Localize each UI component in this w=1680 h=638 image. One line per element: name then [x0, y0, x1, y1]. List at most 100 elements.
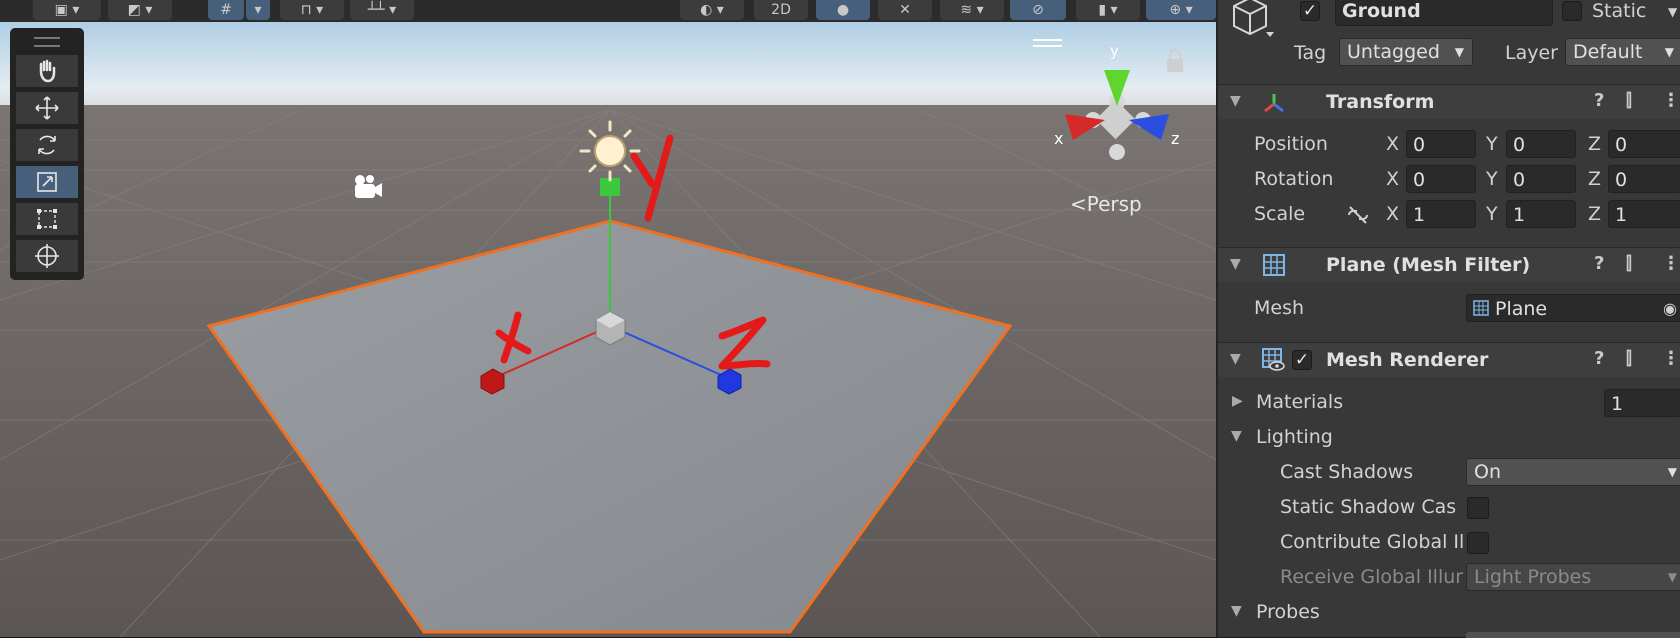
- foldout-expanded-icon[interactable]: ▼: [1231, 603, 1242, 619]
- static-dropdown-arrow[interactable]: ▼: [1668, 5, 1677, 19]
- rotation-label: Rotation: [1254, 168, 1334, 190]
- inspector-panel: ✓ Ground Static ▼ Tag Untagged ▼ Layer De…: [1216, 0, 1680, 638]
- more-menu-icon[interactable]: ⋮: [1662, 253, 1680, 274]
- increment-snap-dropdown[interactable]: ⊓ ▾: [280, 0, 344, 20]
- presets-icon[interactable]: ⫿: [1626, 90, 1632, 111]
- rotate-tool-button[interactable]: [16, 129, 78, 161]
- constrain-proportions-icon[interactable]: [1346, 205, 1370, 225]
- hand-tool-button[interactable]: [16, 55, 78, 87]
- gizmos-dropdown[interactable]: ⊕ ▾: [1146, 0, 1216, 20]
- help-icon[interactable]: ?: [1594, 90, 1604, 111]
- measure-tool-dropdown[interactable]: ┴┴ ▾: [350, 0, 414, 20]
- position-y-field[interactable]: 0: [1506, 130, 1576, 158]
- scale-z-field[interactable]: 1: [1608, 200, 1680, 228]
- more-menu-icon[interactable]: ⋮: [1662, 348, 1680, 369]
- gameobject-cube-icon: [1233, 0, 1274, 37]
- gizmo-z-label: z: [1171, 129, 1180, 148]
- foldout-expanded-icon[interactable]: ▼: [1230, 351, 1241, 367]
- more-menu-icon[interactable]: ⋮: [1662, 90, 1680, 111]
- rotation-y-field[interactable]: 0: [1506, 165, 1576, 193]
- position-x-field[interactable]: 0: [1406, 130, 1476, 158]
- hidden-objects-toggle[interactable]: ⊘: [1010, 0, 1066, 20]
- audio-toggle[interactable]: ✕: [878, 0, 932, 20]
- scale-x-label[interactable]: X: [1386, 199, 1399, 229]
- foldout-expanded-icon[interactable]: ▼: [1230, 256, 1241, 272]
- draw-mode-dropdown[interactable]: ▣ ▾: [33, 0, 101, 20]
- rotate-icon: [38, 135, 56, 155]
- presets-icon[interactable]: ⫿: [1626, 348, 1632, 369]
- lighting-toggle[interactable]: ●: [816, 0, 870, 20]
- position-z-label[interactable]: Z: [1588, 129, 1601, 159]
- layers-icon: ≋ ▾: [960, 2, 984, 18]
- foldout-expanded-icon[interactable]: ▼: [1231, 428, 1242, 444]
- effects-dropdown[interactable]: ≋ ▾: [940, 0, 1004, 20]
- tag-dropdown[interactable]: Untagged ▼: [1339, 38, 1473, 66]
- audio-mute-icon: ✕: [899, 2, 911, 18]
- rect-tool-button[interactable]: [16, 203, 78, 235]
- mesh-filter-header[interactable]: ▼ Plane (Mesh Filter) ? ⫿ ⋮: [1218, 247, 1680, 282]
- camera-mode-toggle[interactable]: <Persp: [1070, 192, 1142, 216]
- transform-icon: [35, 244, 59, 268]
- position-x-label[interactable]: X: [1386, 129, 1399, 159]
- static-shadow-caster-label: Static Shadow Cas: [1280, 496, 1457, 518]
- cast-shadows-dropdown[interactable]: On ▼: [1466, 458, 1680, 486]
- presets-icon[interactable]: ⫿: [1626, 253, 1632, 274]
- scale-x-field[interactable]: 1: [1406, 200, 1476, 228]
- foldout-collapsed-icon[interactable]: ▶: [1232, 393, 1243, 409]
- chevron-down-icon: ▼: [1667, 465, 1677, 479]
- overlay-drag-handle[interactable]: [34, 37, 60, 47]
- mesh-filter-title: Plane (Mesh Filter): [1326, 254, 1531, 276]
- mesh-renderer-icon: [1262, 348, 1285, 371]
- position-y-label[interactable]: Y: [1486, 129, 1498, 159]
- help-icon[interactable]: ?: [1594, 348, 1604, 369]
- probes-label[interactable]: Probes: [1256, 597, 1320, 627]
- scale-icon: [37, 172, 57, 192]
- shading-dropdown[interactable]: ◐ ▾: [680, 0, 744, 20]
- mesh-object-field[interactable]: Plane ◉: [1466, 294, 1680, 322]
- camera-mode-label: Persp: [1086, 192, 1142, 216]
- draw-mode-icon: ▣ ▾: [54, 2, 80, 18]
- snap-dropdown[interactable]: ▾: [246, 0, 270, 20]
- rotation-z-label[interactable]: Z: [1588, 164, 1601, 194]
- foldout-expanded-icon[interactable]: ▼: [1230, 93, 1241, 109]
- scale-z-label[interactable]: Z: [1588, 199, 1601, 229]
- active-checkbox[interactable]: ✓: [1300, 1, 1320, 21]
- sun-light-icon[interactable]: [579, 120, 641, 182]
- render-mode-dropdown[interactable]: ◩ ▾: [108, 0, 172, 20]
- materials-label[interactable]: Materials: [1256, 387, 1343, 417]
- probes-dropdown[interactable]: [1466, 632, 1680, 638]
- scale-y-label[interactable]: Y: [1486, 199, 1498, 229]
- rotation-x-label[interactable]: X: [1386, 164, 1399, 194]
- receive-gi-dropdown: Light Probes ▼: [1466, 563, 1680, 591]
- lightbulb-icon: ●: [836, 2, 850, 18]
- rotation-z-field[interactable]: 0: [1608, 165, 1680, 193]
- mesh-renderer-header[interactable]: ▼ ✓ Mesh Renderer ? ⫿ ⋮: [1218, 342, 1680, 377]
- cast-shadows-label: Cast Shadows: [1280, 461, 1414, 483]
- scene-view[interactable]: y x z <Persp ▣ ▾ ◩ ▾ # ▾ ⊓ ▾ ┴┴ ▾ ◐ ▾ 2D…: [0, 0, 1216, 637]
- static-shadow-caster-checkbox[interactable]: [1467, 497, 1489, 519]
- materials-count-field[interactable]: 1: [1604, 389, 1680, 417]
- view-2d-button[interactable]: 2D: [754, 0, 808, 20]
- view-2d-label: 2D: [771, 2, 791, 18]
- object-picker-icon[interactable]: ◉: [1663, 295, 1677, 321]
- contribute-gi-checkbox[interactable]: [1467, 532, 1489, 554]
- camera-settings-dropdown[interactable]: ▮ ▾: [1076, 0, 1140, 20]
- transform-tool-button[interactable]: [16, 240, 78, 272]
- move-tool-button[interactable]: [16, 92, 78, 124]
- snap-toggle[interactable]: #: [208, 0, 244, 20]
- scene-canvas[interactable]: [0, 0, 1216, 637]
- rotation-y-label[interactable]: Y: [1486, 164, 1498, 194]
- lighting-label[interactable]: Lighting: [1256, 422, 1333, 452]
- layer-dropdown[interactable]: Default ▼: [1565, 38, 1680, 66]
- scale-y-field[interactable]: 1: [1506, 200, 1576, 228]
- chevron-left-icon: <: [1070, 192, 1087, 216]
- static-checkbox[interactable]: [1562, 1, 1582, 21]
- scale-tool-button[interactable]: [16, 166, 78, 198]
- object-name-field[interactable]: Ground: [1335, 0, 1553, 26]
- help-icon[interactable]: ?: [1594, 253, 1604, 274]
- mesh-renderer-enabled-checkbox[interactable]: ✓: [1292, 350, 1312, 370]
- rotation-x-field[interactable]: 0: [1406, 165, 1476, 193]
- camera-settings-icon: ▮ ▾: [1098, 2, 1118, 18]
- transform-header[interactable]: ▼ Transform ? ⫿ ⋮: [1218, 84, 1680, 119]
- position-z-field[interactable]: 0: [1608, 130, 1680, 158]
